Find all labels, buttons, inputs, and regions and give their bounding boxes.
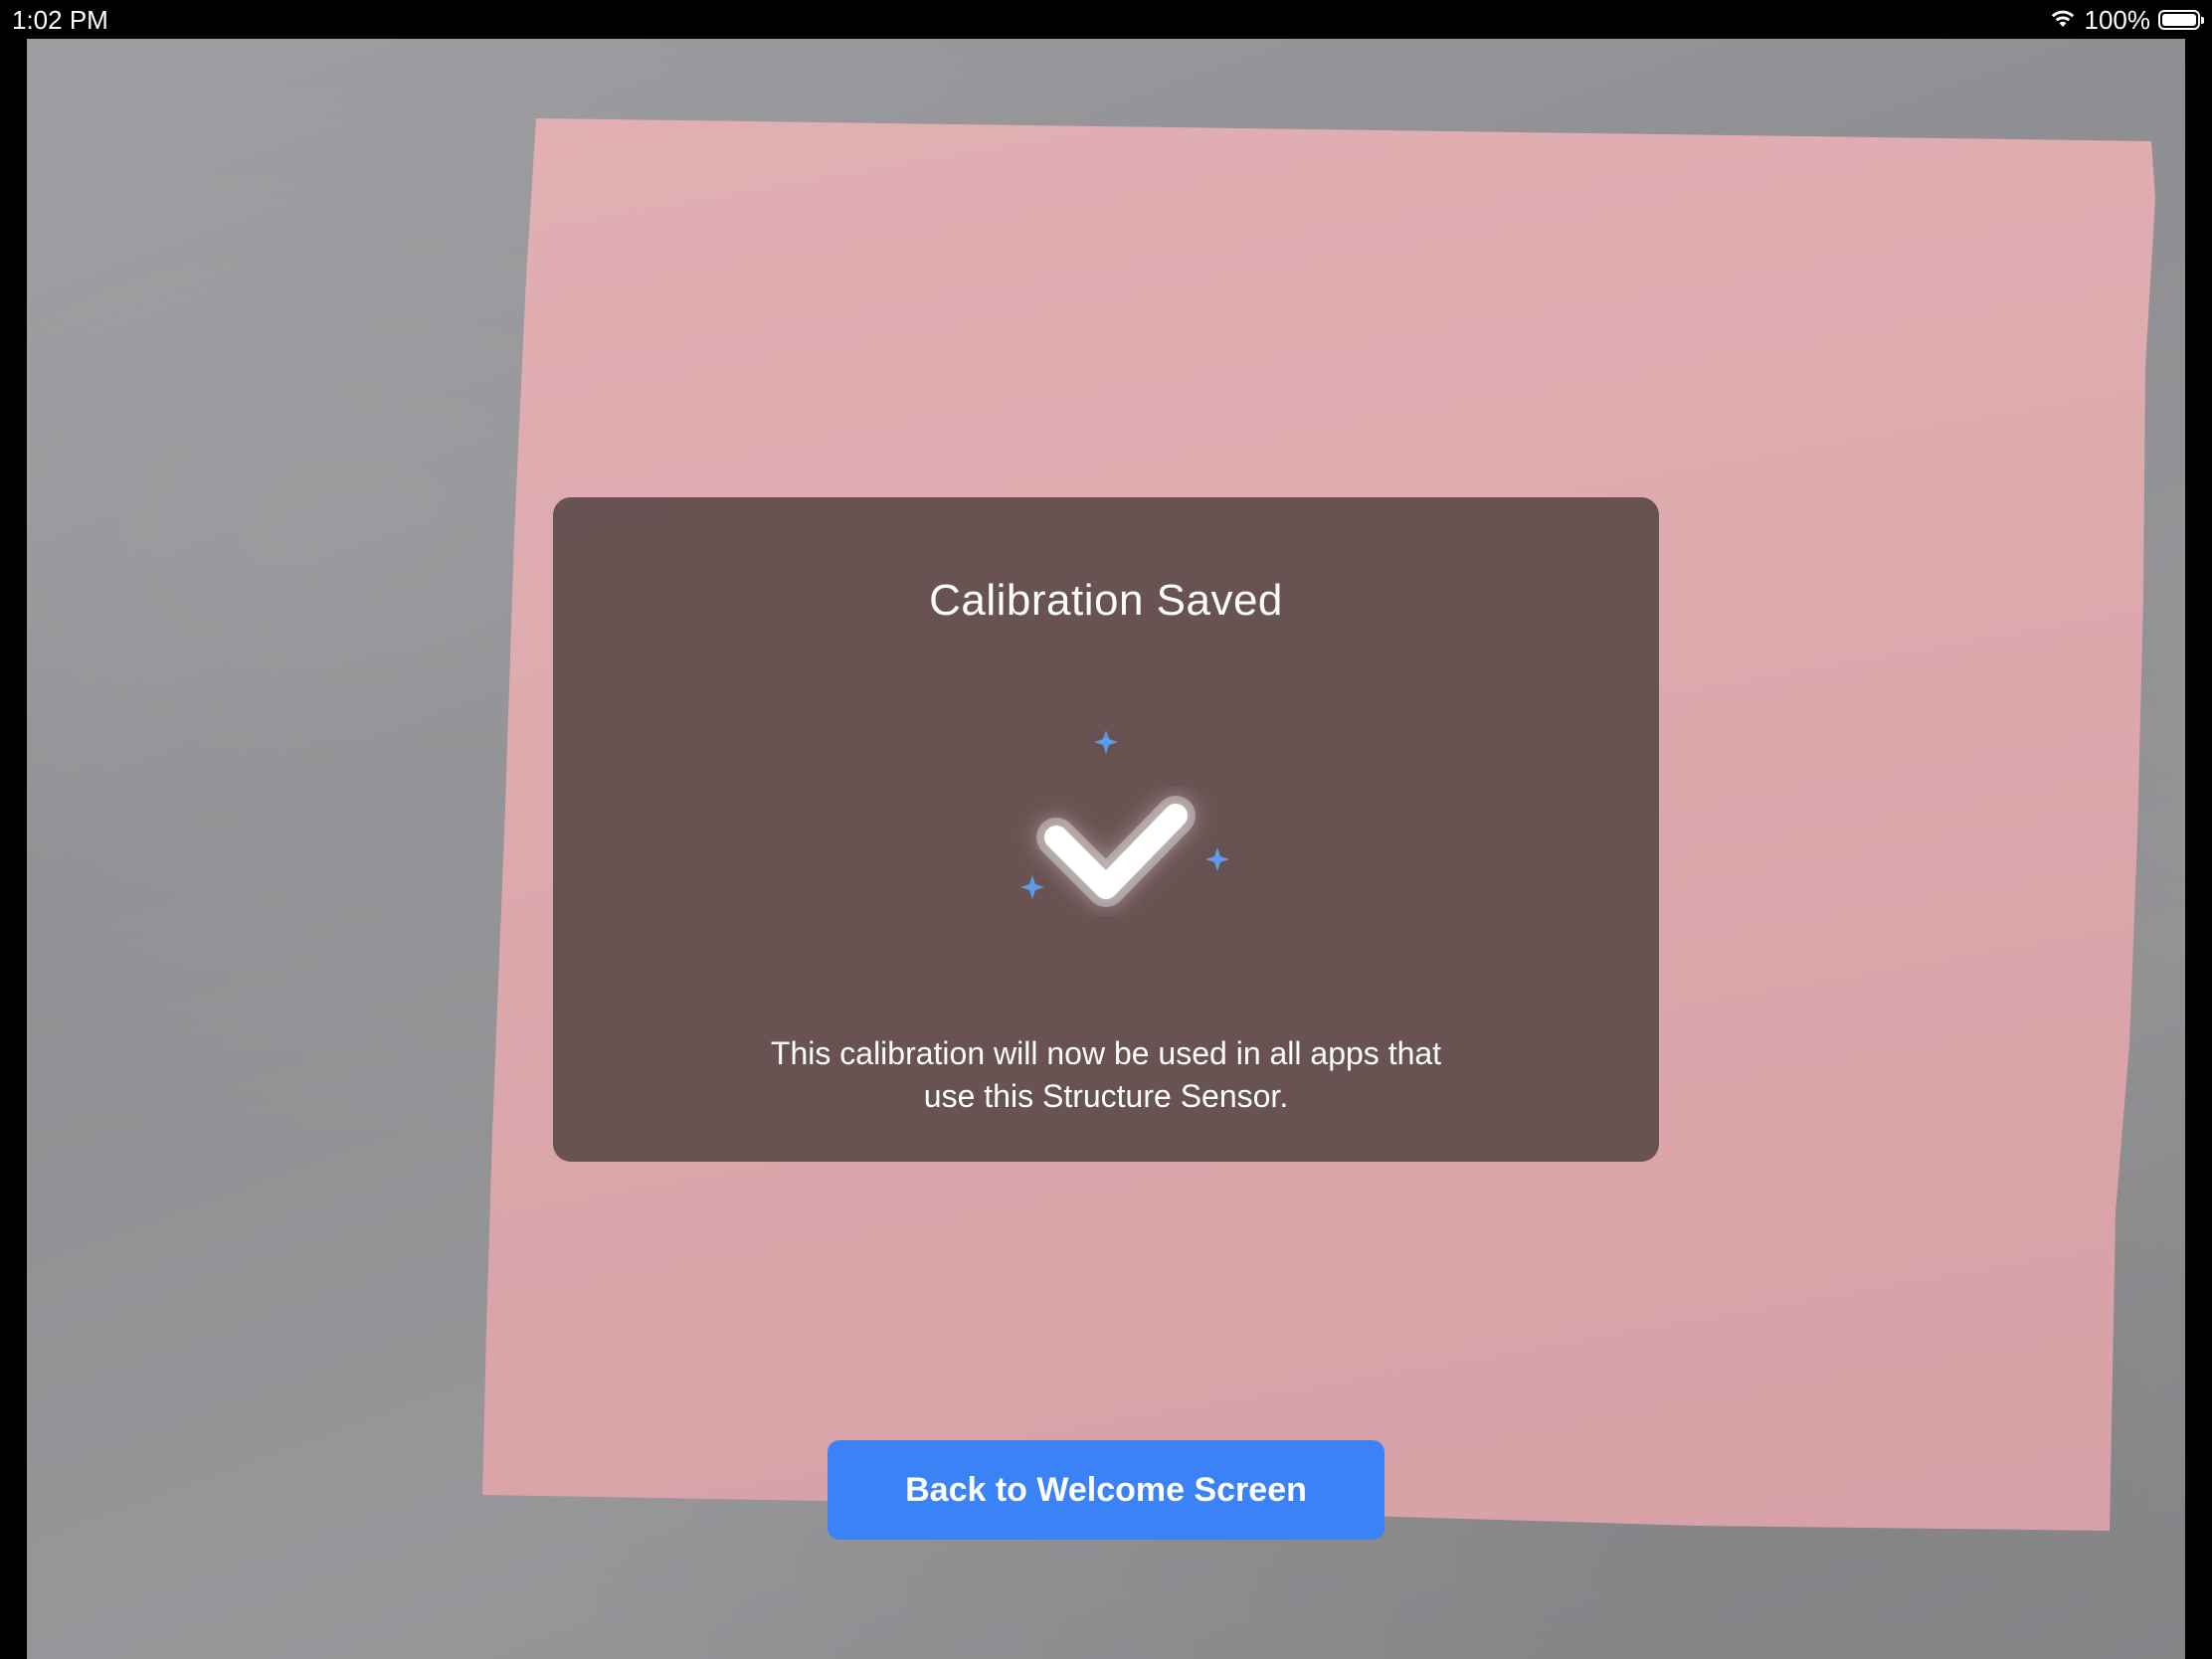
battery-icon bbox=[2158, 10, 2204, 30]
status-bar: 1:02 PM 100% bbox=[0, 0, 2212, 39]
wifi-icon bbox=[2049, 7, 2077, 34]
dialog-message-line-1: This calibration will now be used in all… bbox=[770, 1035, 1442, 1071]
app-screen: 1:02 PM 100% Calibration Saved This cali… bbox=[0, 0, 2212, 1659]
checkmark-icon bbox=[977, 716, 1235, 955]
calibration-saved-dialog: Calibration Saved This calibration will … bbox=[553, 497, 1659, 1162]
dialog-message-line-2: use this Structure Sensor. bbox=[923, 1078, 1289, 1114]
sparkle-icon bbox=[1205, 847, 1229, 871]
status-time: 1:02 PM bbox=[12, 5, 108, 35]
battery-percentage: 100% bbox=[2084, 5, 2151, 35]
status-indicators: 100% bbox=[2049, 4, 2204, 36]
dialog-title: Calibration Saved bbox=[929, 576, 1283, 625]
sparkle-icon bbox=[1020, 875, 1044, 899]
sparkle-icon bbox=[1094, 730, 1118, 754]
back-to-welcome-button[interactable]: Back to Welcome Screen bbox=[828, 1440, 1384, 1540]
dialog-message: This calibration will now be used in all… bbox=[672, 1032, 1540, 1118]
